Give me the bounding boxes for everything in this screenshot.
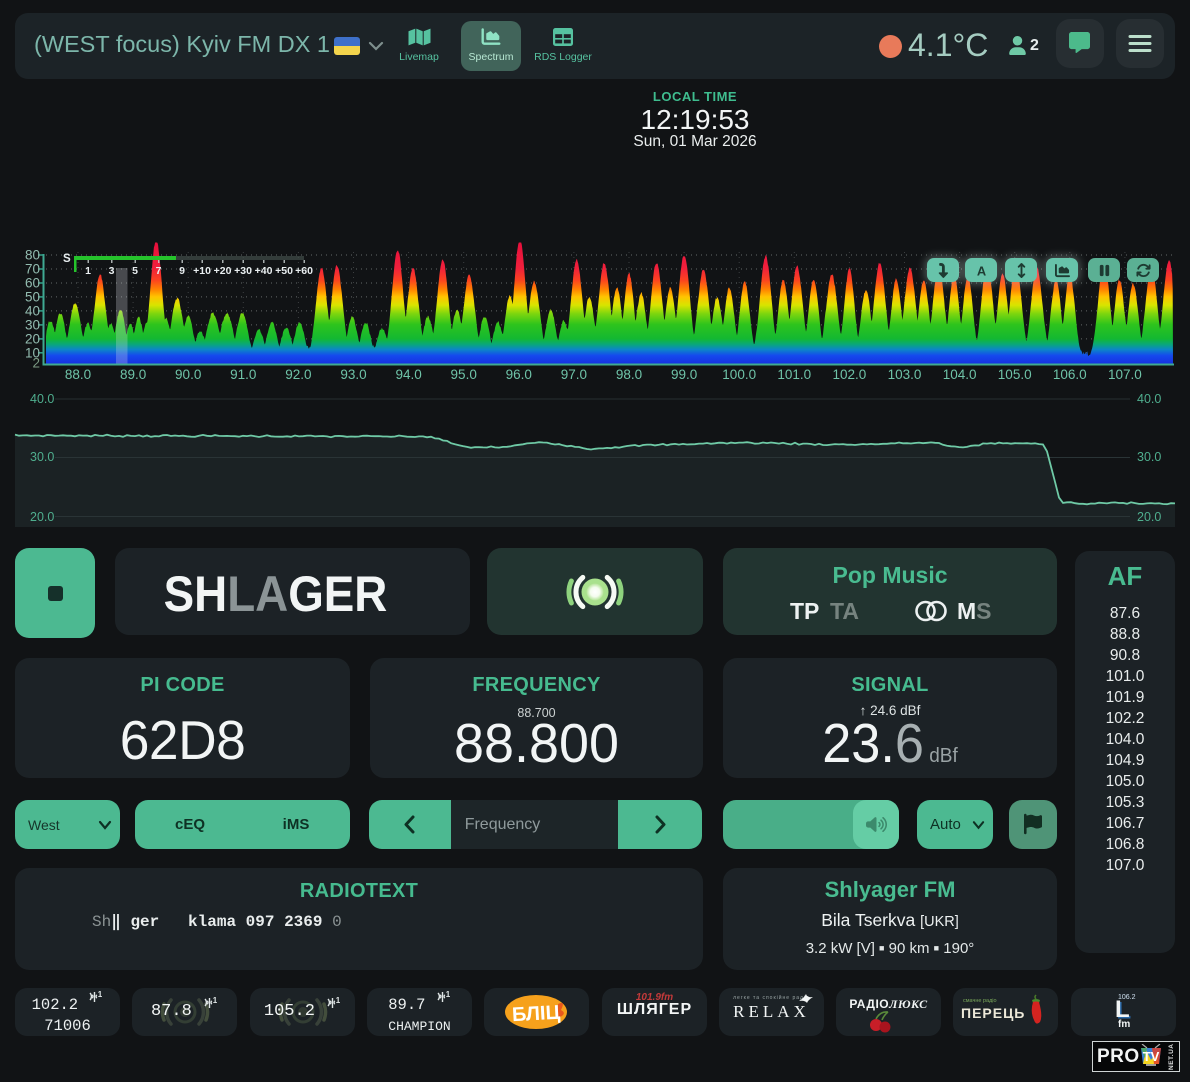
svg-text:TV: TV — [1143, 1049, 1160, 1064]
svg-text:1: 1 — [336, 997, 341, 1005]
svg-text:1: 1 — [446, 991, 451, 999]
svg-text:1: 1 — [98, 991, 103, 999]
svg-text:40.0: 40.0 — [1137, 392, 1161, 406]
svg-text:20.0: 20.0 — [30, 510, 54, 524]
svg-text:БЛІЦ: БЛІЦ — [512, 1002, 562, 1027]
svg-text:20.0: 20.0 — [1137, 510, 1161, 524]
svg-text:40.0: 40.0 — [30, 392, 54, 406]
svg-text:30.0: 30.0 — [1137, 450, 1161, 464]
svg-text:30.0: 30.0 — [30, 450, 54, 464]
svg-text:1: 1 — [213, 997, 218, 1005]
